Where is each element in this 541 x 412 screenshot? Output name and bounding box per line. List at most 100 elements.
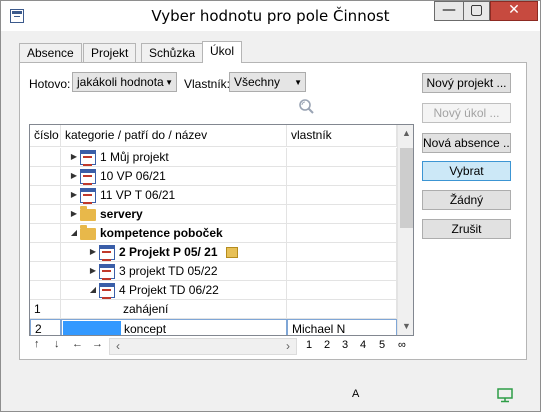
table-row[interactable]: ▶ servery [30,205,397,224]
cell-cislo [30,262,61,281]
folder-icon [80,225,96,240]
cell-vlastnik [287,148,397,167]
cell-nazev: ▶ 1 Můj projekt [61,148,287,167]
hotovo-select[interactable]: jakákoli hodnota ▼ [72,72,177,92]
node-label: zahájení [123,302,169,316]
app-icon [10,9,24,23]
vertical-scrollbar[interactable]: ▲ ▼ [397,125,413,335]
cell-vlastnik [287,262,397,281]
vlastnik-value: Všechny [234,75,281,89]
table-row[interactable]: 1 zahájení [30,300,397,319]
page-3[interactable]: 3 [342,339,348,351]
cell-vlastnik [287,186,397,205]
arrow-right-icon[interactable]: → [92,338,103,350]
scroll-down-icon[interactable]: ▼ [398,318,413,335]
hotovo-value: jakákoli hodnota [77,75,164,89]
expand-icon[interactable]: ▶ [68,186,80,204]
cell-cislo: 1 [30,300,61,319]
cell-cislo [30,167,61,186]
project-icon [99,282,115,299]
column-header-vlastnik[interactable]: vlastník [287,125,397,147]
page-4[interactable]: 4 [360,339,366,351]
new-absence-button[interactable]: Nová absence ... [422,133,511,153]
cell-cislo [30,224,61,243]
grid-navigation: ↑ ↓ ← → ‹ › 1 2 3 4 5 ∞ [29,338,414,356]
expand-icon[interactable]: ▶ [68,205,80,223]
chevron-down-icon: ▼ [165,78,173,87]
cell-vlastnik: Michael N [287,319,397,335]
minimize-button[interactable]: — [434,1,464,21]
scroll-up-icon[interactable]: ▲ [398,125,413,142]
cell-vlastnik [287,205,397,224]
tab-absence[interactable]: Absence [19,43,82,62]
close-button[interactable]: ✕ [490,1,538,21]
none-button[interactable]: Žádný [422,190,511,210]
collapse-icon[interactable]: ◢ [68,224,80,242]
maximize-button[interactable]: ▢ [463,1,490,21]
status-indicator: A [352,388,360,400]
page-2[interactable]: 2 [324,339,330,351]
cell-nazev: ▶ 3 projekt TD 05/22 [61,262,287,281]
horizontal-scrollbar[interactable]: ‹ › [109,338,297,355]
tab-schuzka[interactable]: Schůzka [141,43,204,62]
node-label: 11 VP T 06/21 [100,188,176,202]
table-row[interactable]: ▶ 2 Projekt P 05/ 21 [30,243,397,262]
tab-projekt[interactable]: Projekt [83,43,137,62]
page-5[interactable]: 5 [379,339,385,351]
dialog-window: Vyber hodnotu pro pole Činnost — ▢ ✕ Abs… [0,0,541,412]
page-1[interactable]: 1 [306,339,312,351]
cancel-button[interactable]: Zrušit [422,219,511,239]
cell-cislo [30,205,61,224]
cell-nazev: ◢ 4 Projekt TD 06/22 [61,281,287,300]
table-row[interactable]: ▶ 3 projekt TD 05/22 [30,262,397,281]
page-all[interactable]: ∞ [398,339,406,351]
new-project-button[interactable]: Nový projekt ... [422,73,511,93]
title-bar: Vyber hodnotu pro pole Činnost — ▢ ✕ [1,1,540,31]
cell-nazev: zahájení [61,300,287,319]
cell-nazev: ▶ 2 Projekt P 05/ 21 [61,243,287,262]
project-icon [99,263,115,280]
select-button[interactable]: Vybrat [422,161,511,181]
arrow-left-icon[interactable]: ← [72,338,83,350]
node-label: servery [100,207,143,221]
node-label: 1 Můj projekt [100,150,169,164]
cell-nazev: ▶ 11 VP T 06/21 [61,186,287,205]
column-header-cislo[interactable]: číslo [30,125,61,147]
cell-vlastnik [287,281,397,300]
column-header-nazev[interactable]: kategorie / patří do / název [61,125,287,147]
expand-icon[interactable]: ▶ [68,148,80,166]
arrow-up-icon[interactable]: ↑ [34,338,40,350]
table-row[interactable]: ▶ 1 Můj projekt [30,148,397,167]
arrow-down-icon[interactable]: ↓ [54,338,60,350]
cell-vlastnik [287,243,397,262]
table-row[interactable]: ▶ 11 VP T 06/21 [30,186,397,205]
expand-icon[interactable]: ▶ [87,262,99,280]
table-row[interactable]: ◢ kompetence poboček [30,224,397,243]
cell-cislo [30,281,61,300]
table-row-selected[interactable]: 2 koncept Michael N [30,319,397,335]
tab-ukol[interactable]: Úkol [202,41,243,63]
expand-icon[interactable]: ▶ [68,167,80,185]
node-label: 2 Projekt P 05/ 21 [119,245,218,259]
cell-nazev: ◢ kompetence poboček [61,224,287,243]
scroll-left-icon[interactable]: ‹ [110,339,126,354]
cell-vlastnik [287,300,397,319]
scroll-thumb[interactable] [400,148,413,228]
monitor-icon [497,388,513,403]
cell-nazev: ▶ servery [61,205,287,224]
cell-vlastnik [287,224,397,243]
chevron-down-icon: ▼ [294,78,302,87]
new-task-button[interactable]: Nový úkol ... [422,103,511,123]
project-icon [80,149,96,166]
hotovo-label: Hotovo: [29,77,71,91]
table-row[interactable]: ▶ 10 VP 06/21 [30,167,397,186]
table-row[interactable]: ◢ 4 Projekt TD 06/22 [30,281,397,300]
scroll-right-icon[interactable]: › [280,339,296,354]
cell-cislo [30,243,61,262]
expand-icon[interactable]: ▶ [87,243,99,261]
search-icon[interactable] [297,98,315,116]
node-label: kompetence poboček [100,226,223,240]
vlastnik-select[interactable]: Všechny ▼ [229,72,306,92]
node-label: 10 VP 06/21 [100,169,166,183]
collapse-icon[interactable]: ◢ [87,281,99,299]
